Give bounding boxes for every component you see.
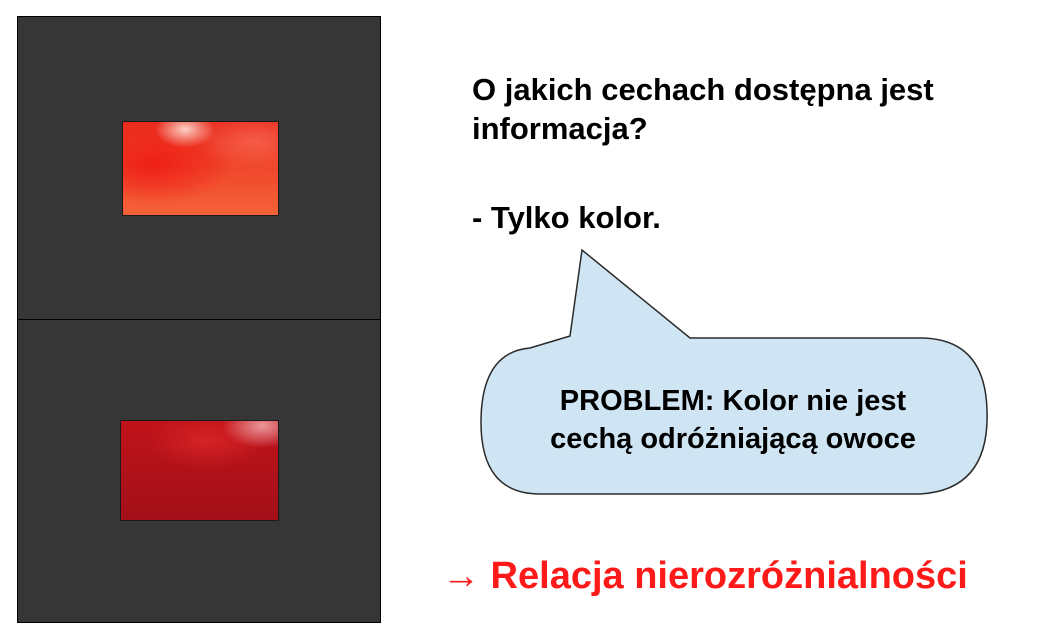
speech-bubble-callout — [480, 248, 988, 495]
conclusion-text: → Relacja nierozróżnialności — [442, 555, 968, 597]
callout-line-1: PROBLEM: Kolor nie jest — [559, 385, 907, 417]
callout-text: PROBLEM: Kolor nie jest cechą odróżniają… — [485, 382, 981, 458]
callout-line-2: cechą odróżniającą owoce — [550, 423, 916, 455]
